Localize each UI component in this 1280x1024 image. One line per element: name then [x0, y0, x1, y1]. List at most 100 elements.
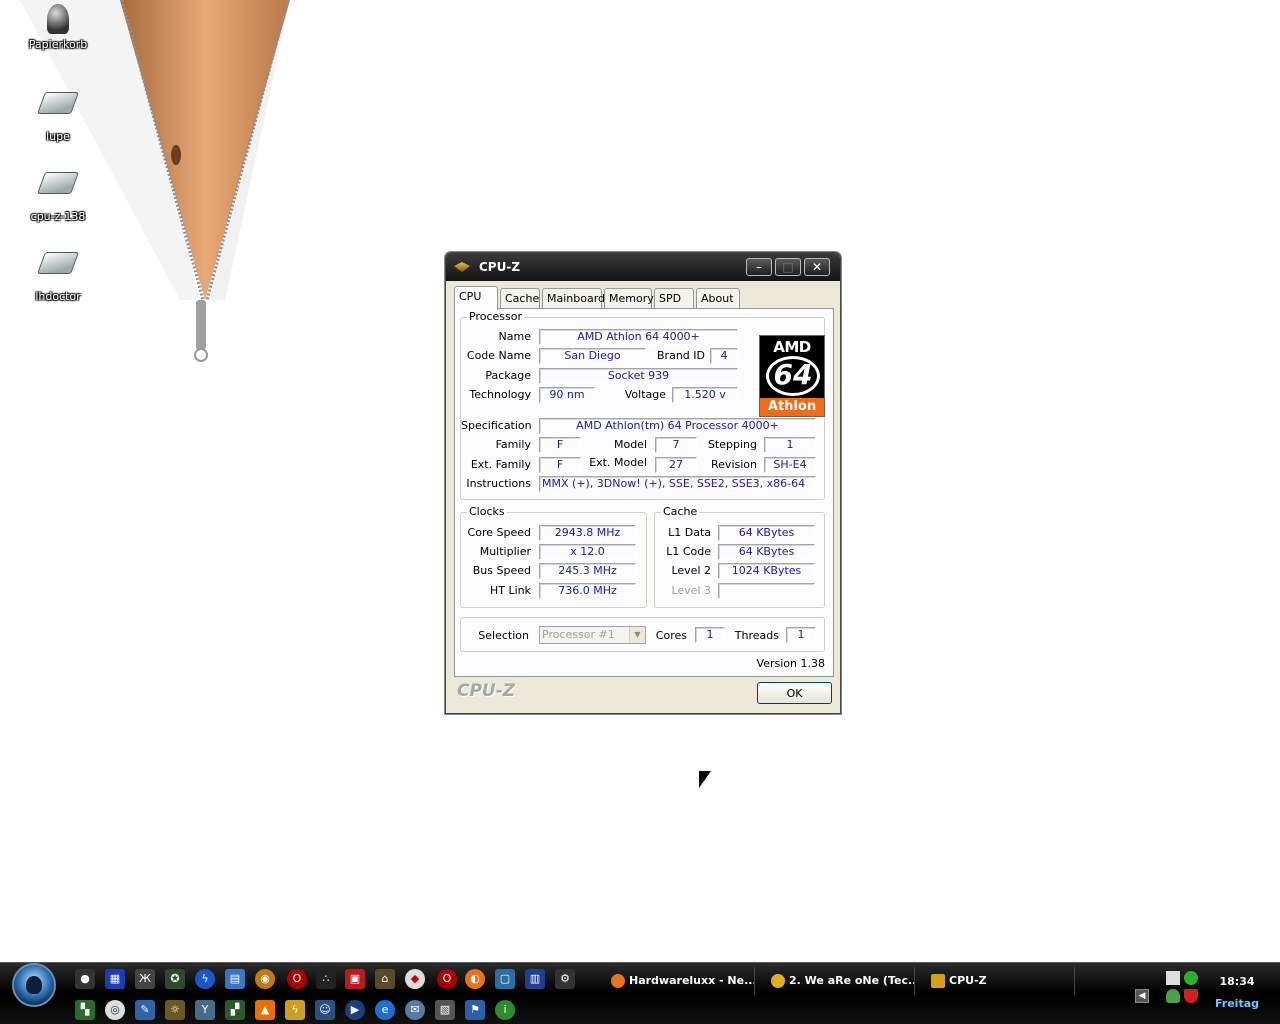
model-label: Model [613, 438, 647, 451]
shortcut-icon [36, 172, 80, 206]
desktop-icon-lhdoctor[interactable]: lhdoctor [18, 244, 98, 303]
quicklaunch-icon[interactable]: O [437, 969, 457, 989]
recycle-bin-icon [47, 4, 69, 34]
quicklaunch-icon[interactable]: ▶ [345, 1000, 365, 1020]
extfamily-label: Ext. Family [470, 458, 531, 471]
cache-legend: Cache [661, 505, 700, 518]
cpuz-brand-text: CPU-Z [457, 681, 516, 701]
quicklaunch-icon[interactable]: ☺ [315, 1000, 335, 1020]
bus-speed-label: Bus Speed [472, 564, 531, 577]
threads-value: 1 [786, 627, 816, 643]
tray-icon[interactable] [1184, 971, 1198, 985]
level3-label: Level 3 [671, 584, 711, 597]
tab-cache[interactable]: Cache [500, 288, 540, 308]
quicklaunch-icon[interactable]: ▤ [225, 969, 245, 989]
close-button[interactable]: ✕ [804, 258, 830, 276]
maximize-button[interactable]: □ [775, 258, 801, 276]
amd-logo-text: AMD [773, 338, 811, 356]
amd-athlon64-logo: AMD 64 Athlon [759, 335, 825, 417]
tab-about[interactable]: About [696, 288, 740, 308]
quicklaunch-icon[interactable]: Y [195, 1000, 215, 1020]
quicklaunch-icon[interactable]: ▢ [495, 969, 515, 989]
cpu-tab-panel: Processor Name AMD Athlon 64 4000+ Code … [454, 308, 834, 677]
quicklaunch-icon[interactable]: O [287, 969, 307, 989]
taskbar-clock[interactable]: 18:34 [1214, 975, 1260, 988]
firefox-icon[interactable]: ◐ [465, 969, 485, 989]
quicklaunch-icon[interactable]: ☼ [165, 1000, 185, 1020]
clocks-legend: Clocks [467, 505, 507, 518]
quicklaunch-icon[interactable]: ● [75, 969, 95, 989]
family-value: F [539, 437, 581, 453]
l1-data-label: L1 Data [668, 526, 711, 539]
amd64-logo-mark: 64 [766, 356, 820, 396]
cpuz-icon [454, 262, 470, 272]
technology-value: 90 nm [539, 387, 595, 403]
messenger-icon[interactable] [1166, 989, 1180, 1003]
chevron-down-icon[interactable]: ▼ [629, 627, 645, 643]
quicklaunch-icon[interactable]: ▥ [525, 969, 545, 989]
quicklaunch-icon[interactable]: ▣ [345, 969, 365, 989]
tab-mainboard[interactable]: Mainboard [542, 288, 605, 308]
tray-expand-icon[interactable]: ◀ [1135, 989, 1149, 1003]
codename-label: Code Name [466, 349, 531, 362]
revision-value: SH-E4 [764, 457, 816, 473]
task-button-winamp[interactable]: 2. We aRe oNe (Tec... [765, 967, 915, 995]
quicklaunch-icon[interactable]: ▧ [435, 1000, 455, 1020]
cpuz-window: CPU-Z – □ ✕ CPU Cache Mainboard Memory S… [445, 252, 841, 714]
desktop-icon-lupe[interactable]: lupe [18, 84, 98, 143]
start-button[interactable] [12, 963, 56, 1007]
tab-memory[interactable]: Memory [604, 288, 654, 308]
taskbar: ● ▦ Ж ✪ ϟ ▤ ◉ O ∴ ▣ ⌂ ◆ O ◐ ▢ ▥ ⚙ ▚ ◎ ✎ … [0, 962, 1280, 1024]
quicklaunch-icon[interactable]: ∴ [316, 969, 336, 989]
taskbar-day: Freitag [1214, 997, 1260, 1010]
quicklaunch-icon[interactable]: ✪ [165, 969, 185, 989]
multiplier-value: x 12.0 [539, 544, 636, 560]
package-value: Socket 939 [539, 368, 738, 384]
ok-button[interactable]: OK [757, 682, 832, 704]
extmodel-label: Ext. Model [589, 456, 647, 469]
quicklaunch-icon[interactable]: i [495, 1000, 515, 1020]
voltage-label: Voltage [624, 388, 666, 401]
cores-label: Cores [655, 629, 687, 642]
stepping-label: Stepping [707, 438, 757, 451]
processor-select[interactable]: Processor #1 ▼ [539, 626, 646, 644]
l1-code-value: 64 KBytes [718, 544, 815, 560]
task-button-hardwareluxx[interactable]: Hardwareluxx - Ne... [605, 967, 755, 995]
quicklaunch-icon[interactable]: ✉ [405, 1000, 425, 1020]
quicklaunch-icon[interactable]: ⌂ [375, 969, 395, 989]
bus-speed-value: 245.3 MHz [539, 563, 636, 579]
tab-spd[interactable]: SPD [654, 288, 694, 308]
mouse-cursor-icon [699, 771, 711, 788]
winamp-icon[interactable]: ϟ [285, 1000, 305, 1020]
tab-cpu[interactable]: CPU [454, 286, 498, 310]
internet-explorer-icon[interactable]: e [375, 1000, 395, 1020]
desktop-icon-recycle-bin[interactable]: Papierkorb [18, 4, 98, 51]
desktop-icon-cpuz[interactable]: cpu-z-138 [18, 164, 98, 223]
quicklaunch-icon[interactable]: ⚑ [465, 1000, 485, 1020]
quicklaunch-icon[interactable]: ◎ [105, 1000, 125, 1020]
quicklaunch-icon[interactable]: Ж [135, 969, 155, 989]
quicklaunch-icon[interactable]: ▦ [105, 969, 125, 989]
quicklaunch-icon[interactable]: ▞ [225, 1000, 245, 1020]
steam-icon[interactable]: ⚙ [555, 969, 575, 989]
quicklaunch-icon[interactable]: ◆ [405, 969, 425, 989]
quicklaunch-icon[interactable]: ✎ [135, 1000, 155, 1020]
cache-group: Cache L1 Data 64 KBytes L1 Code 64 KByte… [654, 505, 825, 608]
tray-icon[interactable] [1166, 971, 1180, 985]
minimize-button[interactable]: – [746, 258, 772, 276]
task-label: CPU-Z [949, 974, 987, 987]
spec-value: AMD Athlon(tm) 64 Processor 4000+ [539, 418, 816, 434]
quicklaunch-icon[interactable]: ▚ [75, 1000, 95, 1020]
task-button-cpuz[interactable]: CPU-Z [925, 967, 1075, 995]
task-label: Hardwareluxx - Ne... [629, 974, 755, 987]
vlc-icon[interactable]: ▲ [255, 1000, 275, 1020]
level2-value: 1024 KBytes [718, 563, 815, 579]
desktop-icon-label: lupe [46, 130, 70, 143]
brandid-value: 4 [710, 348, 738, 364]
quicklaunch-icon[interactable]: ϟ [195, 969, 215, 989]
brandid-label: Brand ID [657, 349, 705, 362]
shield-icon[interactable] [1184, 989, 1198, 1003]
window-titlebar[interactable]: CPU-Z – □ ✕ [446, 253, 840, 281]
task-label: 2. We aRe oNe (Tec... [789, 974, 915, 987]
quicklaunch-icon[interactable]: ◉ [255, 969, 275, 989]
